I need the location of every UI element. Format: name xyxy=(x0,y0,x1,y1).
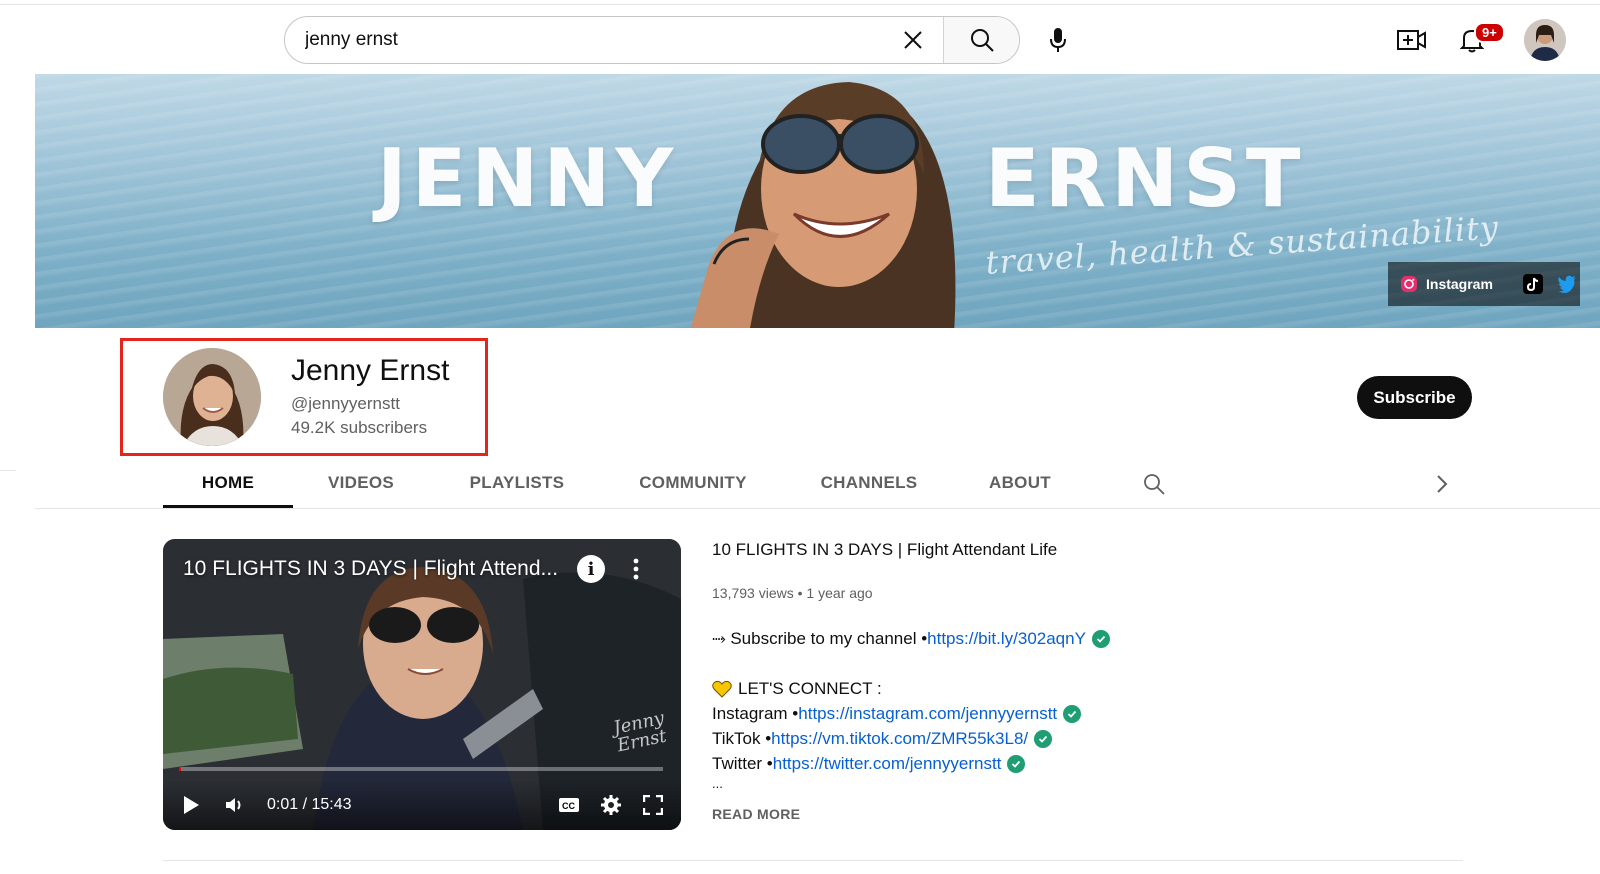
notification-badge: 9+ xyxy=(1474,22,1505,43)
voice-search-button[interactable] xyxy=(1036,18,1080,62)
banner-name-left: JENNY xyxy=(377,132,679,225)
tiktok-icon[interactable] xyxy=(1522,274,1543,294)
subscriber-count: 49.2K subscribers xyxy=(291,418,428,437)
account-avatar[interactable] xyxy=(1524,19,1566,61)
instagram-link-label[interactable]: Instagram xyxy=(1426,276,1493,292)
featured-video-title[interactable]: 10 FLIGHTS IN 3 DAYS | Flight Attendant … xyxy=(712,540,1057,560)
channel-name: Jenny Ernst xyxy=(291,354,450,387)
yellow-heart-icon xyxy=(712,680,732,698)
video-plus-icon xyxy=(1397,30,1426,50)
instagram-link[interactable]: https://instagram.com/jennyyernstt xyxy=(798,701,1057,726)
check-icon xyxy=(1091,629,1110,648)
play-button[interactable] xyxy=(177,791,205,819)
twitter-text: Twitter • xyxy=(712,754,773,773)
search-box[interactable] xyxy=(284,16,1020,64)
channel-tabs: HOME VIDEOS PLAYLISTS COMMUNITY CHANNELS… xyxy=(163,458,1083,508)
connect-heading: LET'S CONNECT : xyxy=(738,679,882,698)
section-divider xyxy=(163,860,1463,861)
subscribe-link[interactable]: https://bit.ly/302aqnY xyxy=(927,626,1086,651)
progress-bar-fill xyxy=(179,767,181,771)
more-options-button[interactable] xyxy=(625,553,647,585)
banner-name-right: ERNST xyxy=(985,132,1306,225)
info-icon[interactable]: i xyxy=(577,555,605,583)
channel-avatar-image xyxy=(163,348,261,446)
channel-handle: @jennyyernstt xyxy=(291,394,400,413)
play-icon xyxy=(184,796,199,814)
search-icon xyxy=(1144,474,1165,495)
more-vertical-icon xyxy=(633,558,639,580)
channel-banner: JENNY ERNST travel, health & sustainabil… xyxy=(35,74,1600,328)
banner-portrait-image xyxy=(690,82,956,328)
search-input[interactable] xyxy=(285,17,883,63)
upload-age: 1 year ago xyxy=(806,585,873,601)
description-line: LET'S CONNECT : xyxy=(712,676,1110,701)
description-line: Twitter • https://twitter.com/jennyyerns… xyxy=(712,751,1110,776)
subscribe-text: ⤑ Subscribe to my channel • xyxy=(712,629,928,648)
search-button[interactable] xyxy=(943,17,1019,63)
tiktok-link[interactable]: https://vm.tiktok.com/ZMR55k3L8/ xyxy=(771,726,1028,751)
tiktok-text: TikTok • xyxy=(712,729,772,748)
mute-button[interactable] xyxy=(221,791,249,819)
twitter-icon[interactable] xyxy=(1557,275,1577,293)
create-button[interactable] xyxy=(1392,20,1432,60)
instagram-icon[interactable] xyxy=(1400,275,1418,293)
search-icon xyxy=(970,29,994,52)
fullscreen-icon xyxy=(643,795,663,815)
description-line: Instagram • https://instagram.com/jennyy… xyxy=(712,701,1110,726)
description-line: ⤑ Subscribe to my channel • https://bit.… xyxy=(712,626,1110,651)
read-more-button[interactable]: READ MORE xyxy=(712,806,800,822)
tab-channels[interactable]: CHANNELS xyxy=(781,458,957,508)
time-display: 0:01 / 15:43 xyxy=(267,796,352,813)
featured-video-player[interactable]: 10 FLIGHTS IN 3 DAYS | Flight Attend... … xyxy=(163,539,681,830)
top-divider xyxy=(0,4,1600,5)
check-icon xyxy=(1034,729,1053,748)
volume-icon xyxy=(226,798,241,812)
avatar-image xyxy=(1524,19,1566,61)
chevron-right-icon xyxy=(1437,475,1448,493)
close-icon xyxy=(904,31,922,49)
fullscreen-button[interactable] xyxy=(639,791,667,819)
video-metadata: 13,793 views • 1 year ago xyxy=(712,585,873,601)
svg-text:CC: CC xyxy=(562,801,575,811)
player-controls: 0:01 / 15:43 CC xyxy=(163,780,681,830)
captions-button[interactable]: CC xyxy=(555,791,583,819)
clear-search-button[interactable] xyxy=(883,17,943,63)
gear-icon xyxy=(601,795,621,815)
subscribe-button[interactable]: Subscribe xyxy=(1357,376,1472,419)
check-icon xyxy=(1007,754,1026,773)
description-blank-line xyxy=(712,651,1110,676)
channel-avatar[interactable] xyxy=(163,348,261,446)
description-line: TikTok • https://vm.tiktok.com/ZMR55k3L8… xyxy=(712,726,1110,751)
sidebar-edge-divider xyxy=(0,470,16,471)
tab-playlists[interactable]: PLAYLISTS xyxy=(429,458,605,508)
video-description: ⤑ Subscribe to my channel • https://bit.… xyxy=(712,626,1110,792)
tab-about[interactable]: ABOUT xyxy=(957,458,1083,508)
instagram-text: Instagram • xyxy=(712,704,799,723)
tab-home[interactable]: HOME xyxy=(163,458,293,508)
twitter-link[interactable]: https://twitter.com/jennyyernstt xyxy=(773,751,1002,776)
description-ellipsis: ... xyxy=(712,776,723,791)
tabs-scroll-right-button[interactable] xyxy=(1426,468,1458,500)
view-count: 13,793 views xyxy=(712,585,794,601)
tab-community[interactable]: COMMUNITY xyxy=(605,458,781,508)
tabs-divider xyxy=(35,508,1600,509)
captions-icon: CC xyxy=(559,798,579,812)
microphone-icon xyxy=(1050,28,1066,52)
settings-button[interactable] xyxy=(597,791,625,819)
player-video-title[interactable]: 10 FLIGHTS IN 3 DAYS | Flight Attend... xyxy=(183,557,563,581)
channel-search-button[interactable] xyxy=(1138,468,1170,500)
check-icon xyxy=(1063,704,1082,723)
tab-videos[interactable]: VIDEOS xyxy=(293,458,429,508)
banner-social-links[interactable]: Instagram xyxy=(1388,262,1580,306)
progress-bar[interactable] xyxy=(179,767,663,771)
